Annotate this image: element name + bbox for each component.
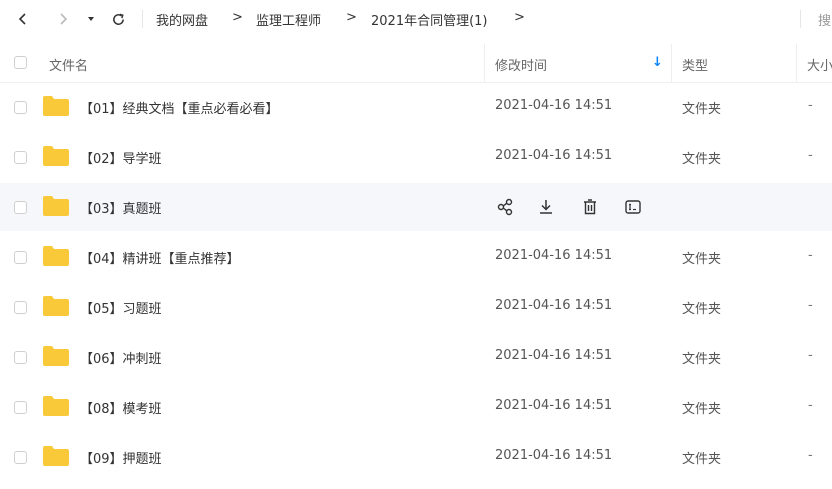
file-size: - <box>808 98 813 113</box>
chevron-left-icon <box>18 13 26 25</box>
folder-icon <box>43 396 69 416</box>
file-row[interactable]: 【06】冲刺班 2021-04-16 14:51 文件夹 - <box>0 333 832 381</box>
share-icon <box>497 198 513 216</box>
file-type: 文件夹 <box>682 402 722 417</box>
file-name[interactable]: 【04】精讲班【重点推荐】 <box>80 248 240 267</box>
download-button[interactable] <box>536 197 556 217</box>
file-list-header: 文件名 修改时间 ↓ 类型 大小 <box>0 44 832 83</box>
refresh-icon <box>112 13 124 25</box>
row-checkbox[interactable] <box>14 101 27 114</box>
delete-button[interactable] <box>580 197 600 217</box>
file-modified: 2021-04-16 14:51 <box>495 248 613 263</box>
column-divider[interactable] <box>671 44 672 82</box>
file-type: 文件夹 <box>682 252 722 267</box>
file-modified: 2021-04-16 14:51 <box>495 298 613 313</box>
file-row[interactable]: 【05】习题班 2021-04-16 14:51 文件夹 - <box>0 283 832 331</box>
column-divider[interactable] <box>796 44 797 82</box>
download-icon <box>540 200 552 214</box>
row-checkbox[interactable] <box>14 251 27 264</box>
history-dropdown-button[interactable] <box>80 8 102 30</box>
caret-down-icon <box>88 17 94 21</box>
forward-button[interactable] <box>52 8 74 30</box>
file-type: 文件夹 <box>682 302 722 317</box>
file-name[interactable]: 【09】押题班 <box>80 448 162 467</box>
breadcrumb-bar: 我的网盘 > 监理工程师 > 2021年合同管理(1) > 搜 <box>0 0 832 38</box>
rename-button[interactable] <box>623 197 643 217</box>
file-row-hovered[interactable]: 【03】真题班 <box>0 183 832 231</box>
file-name[interactable]: 【02】导学班 <box>80 148 162 167</box>
file-name[interactable]: 【08】模考班 <box>80 398 162 417</box>
column-header-size[interactable]: 大小 <box>807 55 832 74</box>
refresh-button[interactable] <box>107 8 129 30</box>
column-divider[interactable] <box>484 44 485 82</box>
breadcrumb-item-current[interactable]: 2021年合同管理(1) <box>371 10 488 29</box>
toolbar-divider <box>142 10 143 28</box>
search-button[interactable]: 搜 <box>818 10 831 29</box>
sort-arrow-icon[interactable]: ↓ <box>652 55 663 70</box>
file-row[interactable]: 【01】经典文档【重点必看必看】 2021-04-16 14:51 文件夹 - <box>0 83 832 131</box>
folder-icon <box>43 146 69 166</box>
file-modified: 2021-04-16 14:51 <box>495 98 613 113</box>
share-button[interactable] <box>495 197 515 217</box>
file-name[interactable]: 【01】经典文档【重点必看必看】 <box>80 98 279 117</box>
file-name[interactable]: 【05】习题班 <box>80 298 162 317</box>
file-type: 文件夹 <box>682 352 722 367</box>
chevron-right-icon <box>60 13 68 25</box>
select-all-checkbox[interactable] <box>14 56 27 69</box>
file-size: - <box>808 298 813 313</box>
trash-icon <box>584 199 596 215</box>
row-checkbox[interactable] <box>14 301 27 314</box>
file-size: - <box>808 398 813 413</box>
folder-icon <box>43 346 69 366</box>
file-size: - <box>808 348 813 363</box>
breadcrumb-separator: > <box>514 10 525 25</box>
file-modified: 2021-04-16 14:51 <box>495 398 613 413</box>
file-size: - <box>808 448 813 463</box>
breadcrumb-separator: > <box>232 10 243 25</box>
file-modified: 2021-04-16 14:51 <box>495 148 613 163</box>
row-checkbox[interactable] <box>14 451 27 464</box>
column-header-name[interactable]: 文件名 <box>49 55 88 74</box>
file-row[interactable]: 【04】精讲班【重点推荐】 2021-04-16 14:51 文件夹 - <box>0 233 832 281</box>
row-checkbox[interactable] <box>14 201 27 214</box>
row-checkbox[interactable] <box>14 151 27 164</box>
file-row[interactable]: 【08】模考班 2021-04-16 14:51 文件夹 - <box>0 383 832 431</box>
folder-icon <box>43 246 69 266</box>
file-size: - <box>808 248 813 263</box>
folder-icon <box>43 446 69 466</box>
back-button[interactable] <box>12 8 34 30</box>
file-modified: 2021-04-16 14:51 <box>495 448 613 463</box>
breadcrumb-separator: > <box>346 10 357 25</box>
file-name[interactable]: 【03】真题班 <box>80 198 162 217</box>
search-divider <box>800 10 801 28</box>
rename-icon <box>625 200 641 214</box>
column-header-type[interactable]: 类型 <box>682 55 708 74</box>
row-checkbox[interactable] <box>14 401 27 414</box>
file-type: 文件夹 <box>682 102 722 117</box>
file-row[interactable]: 【09】押题班 2021-04-16 14:51 文件夹 - <box>0 433 832 481</box>
file-size: - <box>808 148 813 163</box>
column-header-modified[interactable]: 修改时间 <box>495 55 547 74</box>
row-checkbox[interactable] <box>14 351 27 364</box>
breadcrumb-item-folder[interactable]: 监理工程师 <box>256 10 321 29</box>
file-type: 文件夹 <box>682 452 722 467</box>
folder-icon <box>43 196 69 216</box>
folder-icon <box>43 96 69 116</box>
file-row[interactable]: 【02】导学班 2021-04-16 14:51 文件夹 - <box>0 133 832 181</box>
file-type: 文件夹 <box>682 152 722 167</box>
file-name[interactable]: 【06】冲刺班 <box>80 348 162 367</box>
folder-icon <box>43 296 69 316</box>
breadcrumb-item-root[interactable]: 我的网盘 <box>156 10 208 29</box>
file-modified: 2021-04-16 14:51 <box>495 348 613 363</box>
